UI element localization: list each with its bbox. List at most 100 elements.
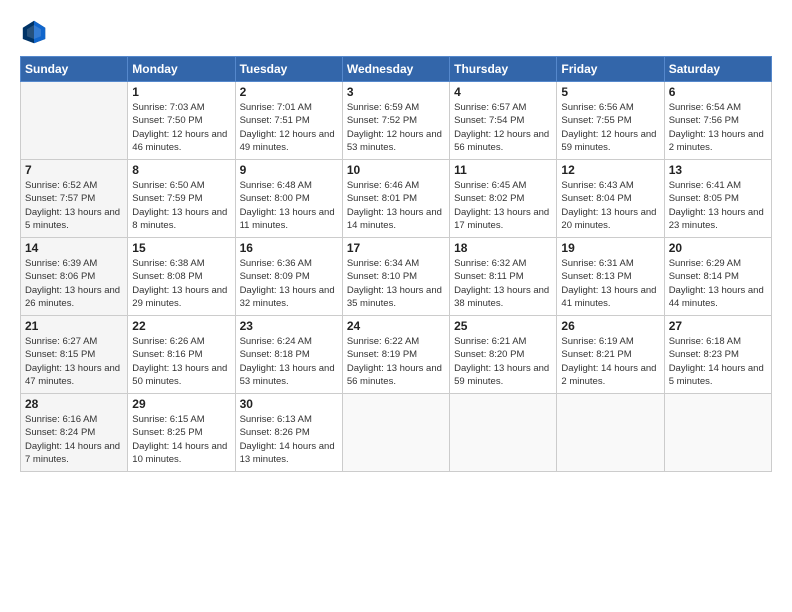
calendar-cell-w2d4: 10 Sunrise: 6:46 AMSunset: 8:01 PMDayligh…: [342, 160, 449, 238]
calendar-cell-w3d4: 17 Sunrise: 6:34 AMSunset: 8:10 PMDayligh…: [342, 238, 449, 316]
day-info: Sunrise: 6:21 AMSunset: 8:20 PMDaylight:…: [454, 335, 552, 388]
calendar-cell-w3d1: 14 Sunrise: 6:39 AMSunset: 8:06 PMDayligh…: [21, 238, 128, 316]
week-row-5: 28 Sunrise: 6:16 AMSunset: 8:24 PMDayligh…: [21, 394, 772, 472]
day-info: Sunrise: 6:46 AMSunset: 8:01 PMDaylight:…: [347, 179, 445, 232]
week-row-4: 21 Sunrise: 6:27 AMSunset: 8:15 PMDayligh…: [21, 316, 772, 394]
day-number: 24: [347, 319, 445, 333]
calendar-cell-w5d2: 29 Sunrise: 6:15 AMSunset: 8:25 PMDayligh…: [128, 394, 235, 472]
calendar-cell-w5d6: [557, 394, 664, 472]
day-number: 27: [669, 319, 767, 333]
calendar-cell-w1d2: 1 Sunrise: 7:03 AMSunset: 7:50 PMDaylight…: [128, 82, 235, 160]
calendar-cell-w4d4: 24 Sunrise: 6:22 AMSunset: 8:19 PMDayligh…: [342, 316, 449, 394]
calendar-cell-w4d5: 25 Sunrise: 6:21 AMSunset: 8:20 PMDayligh…: [450, 316, 557, 394]
day-info: Sunrise: 6:41 AMSunset: 8:05 PMDaylight:…: [669, 179, 767, 232]
day-number: 25: [454, 319, 552, 333]
week-row-1: 1 Sunrise: 7:03 AMSunset: 7:50 PMDaylight…: [21, 82, 772, 160]
day-info: Sunrise: 6:34 AMSunset: 8:10 PMDaylight:…: [347, 257, 445, 310]
day-number: 20: [669, 241, 767, 255]
day-info: Sunrise: 6:15 AMSunset: 8:25 PMDaylight:…: [132, 413, 230, 466]
logo-icon: [20, 18, 48, 46]
day-info: Sunrise: 6:22 AMSunset: 8:19 PMDaylight:…: [347, 335, 445, 388]
day-number: 5: [561, 85, 659, 99]
day-number: 11: [454, 163, 552, 177]
day-number: 22: [132, 319, 230, 333]
day-info: Sunrise: 6:59 AMSunset: 7:52 PMDaylight:…: [347, 101, 445, 154]
day-info: Sunrise: 6:32 AMSunset: 8:11 PMDaylight:…: [454, 257, 552, 310]
day-number: 21: [25, 319, 123, 333]
calendar-cell-w4d3: 23 Sunrise: 6:24 AMSunset: 8:18 PMDayligh…: [235, 316, 342, 394]
calendar-cell-w3d2: 15 Sunrise: 6:38 AMSunset: 8:08 PMDayligh…: [128, 238, 235, 316]
day-number: 9: [240, 163, 338, 177]
day-info: Sunrise: 6:13 AMSunset: 8:26 PMDaylight:…: [240, 413, 338, 466]
day-number: 28: [25, 397, 123, 411]
calendar-cell-w5d1: 28 Sunrise: 6:16 AMSunset: 8:24 PMDayligh…: [21, 394, 128, 472]
day-info: Sunrise: 6:45 AMSunset: 8:02 PMDaylight:…: [454, 179, 552, 232]
day-info: Sunrise: 6:50 AMSunset: 7:59 PMDaylight:…: [132, 179, 230, 232]
weekday-header-saturday: Saturday: [664, 57, 771, 82]
day-info: Sunrise: 6:48 AMSunset: 8:00 PMDaylight:…: [240, 179, 338, 232]
calendar-cell-w1d1: [21, 82, 128, 160]
day-number: 4: [454, 85, 552, 99]
page: SundayMondayTuesdayWednesdayThursdayFrid…: [0, 0, 792, 612]
calendar-cell-w5d3: 30 Sunrise: 6:13 AMSunset: 8:26 PMDayligh…: [235, 394, 342, 472]
calendar-cell-w2d3: 9 Sunrise: 6:48 AMSunset: 8:00 PMDaylight…: [235, 160, 342, 238]
weekday-header-monday: Monday: [128, 57, 235, 82]
day-number: 14: [25, 241, 123, 255]
day-number: 23: [240, 319, 338, 333]
calendar-cell-w2d2: 8 Sunrise: 6:50 AMSunset: 7:59 PMDaylight…: [128, 160, 235, 238]
day-info: Sunrise: 7:03 AMSunset: 7:50 PMDaylight:…: [132, 101, 230, 154]
weekday-header-wednesday: Wednesday: [342, 57, 449, 82]
day-info: Sunrise: 6:38 AMSunset: 8:08 PMDaylight:…: [132, 257, 230, 310]
header: [20, 18, 772, 46]
calendar-cell-w2d6: 12Sunrise: 6:43 AMSunset: 8:04 PMDayligh…: [557, 160, 664, 238]
calendar-table: SundayMondayTuesdayWednesdayThursdayFrid…: [20, 56, 772, 472]
calendar-cell-w2d7: 13 Sunrise: 6:41 AMSunset: 8:05 PMDayligh…: [664, 160, 771, 238]
calendar-cell-w2d5: 11 Sunrise: 6:45 AMSunset: 8:02 PMDayligh…: [450, 160, 557, 238]
day-number: 8: [132, 163, 230, 177]
day-number: 17: [347, 241, 445, 255]
weekday-header-row: SundayMondayTuesdayWednesdayThursdayFrid…: [21, 57, 772, 82]
calendar-cell-w1d4: 3 Sunrise: 6:59 AMSunset: 7:52 PMDaylight…: [342, 82, 449, 160]
day-number: 7: [25, 163, 123, 177]
day-info: Sunrise: 6:57 AMSunset: 7:54 PMDaylight:…: [454, 101, 552, 154]
weekday-header-sunday: Sunday: [21, 57, 128, 82]
day-number: 30: [240, 397, 338, 411]
day-number: 6: [669, 85, 767, 99]
day-number: 3: [347, 85, 445, 99]
day-info: Sunrise: 6:39 AMSunset: 8:06 PMDaylight:…: [25, 257, 123, 310]
day-info: Sunrise: 6:31 AMSunset: 8:13 PMDaylight:…: [561, 257, 659, 310]
week-row-2: 7 Sunrise: 6:52 AMSunset: 7:57 PMDaylight…: [21, 160, 772, 238]
day-info: Sunrise: 6:36 AMSunset: 8:09 PMDaylight:…: [240, 257, 338, 310]
day-number: 2: [240, 85, 338, 99]
day-number: 1: [132, 85, 230, 99]
calendar-cell-w5d5: [450, 394, 557, 472]
week-row-3: 14 Sunrise: 6:39 AMSunset: 8:06 PMDayligh…: [21, 238, 772, 316]
day-info: Sunrise: 6:24 AMSunset: 8:18 PMDaylight:…: [240, 335, 338, 388]
calendar-cell-w4d6: 26Sunrise: 6:19 AMSunset: 8:21 PMDayligh…: [557, 316, 664, 394]
calendar-cell-w1d5: 4 Sunrise: 6:57 AMSunset: 7:54 PMDaylight…: [450, 82, 557, 160]
day-number: 10: [347, 163, 445, 177]
day-number: 13: [669, 163, 767, 177]
weekday-header-friday: Friday: [557, 57, 664, 82]
weekday-header-thursday: Thursday: [450, 57, 557, 82]
day-info: Sunrise: 6:19 AMSunset: 8:21 PMDaylight:…: [561, 335, 659, 388]
day-info: Sunrise: 7:01 AMSunset: 7:51 PMDaylight:…: [240, 101, 338, 154]
day-info: Sunrise: 6:18 AMSunset: 8:23 PMDaylight:…: [669, 335, 767, 388]
day-number: 19: [561, 241, 659, 255]
day-info: Sunrise: 6:26 AMSunset: 8:16 PMDaylight:…: [132, 335, 230, 388]
calendar-cell-w3d5: 18Sunrise: 6:32 AMSunset: 8:11 PMDayligh…: [450, 238, 557, 316]
day-info: Sunrise: 6:29 AMSunset: 8:14 PMDaylight:…: [669, 257, 767, 310]
day-info: Sunrise: 6:52 AMSunset: 7:57 PMDaylight:…: [25, 179, 123, 232]
calendar-cell-w3d7: 20 Sunrise: 6:29 AMSunset: 8:14 PMDayligh…: [664, 238, 771, 316]
day-number: 12: [561, 163, 659, 177]
day-number: 15: [132, 241, 230, 255]
calendar-cell-w5d7: [664, 394, 771, 472]
day-info: Sunrise: 6:27 AMSunset: 8:15 PMDaylight:…: [25, 335, 123, 388]
calendar-cell-w3d3: 16 Sunrise: 6:36 AMSunset: 8:09 PMDayligh…: [235, 238, 342, 316]
day-number: 29: [132, 397, 230, 411]
day-info: Sunrise: 6:16 AMSunset: 8:24 PMDaylight:…: [25, 413, 123, 466]
day-number: 16: [240, 241, 338, 255]
calendar-cell-w5d4: [342, 394, 449, 472]
weekday-header-tuesday: Tuesday: [235, 57, 342, 82]
logo: [20, 18, 52, 46]
